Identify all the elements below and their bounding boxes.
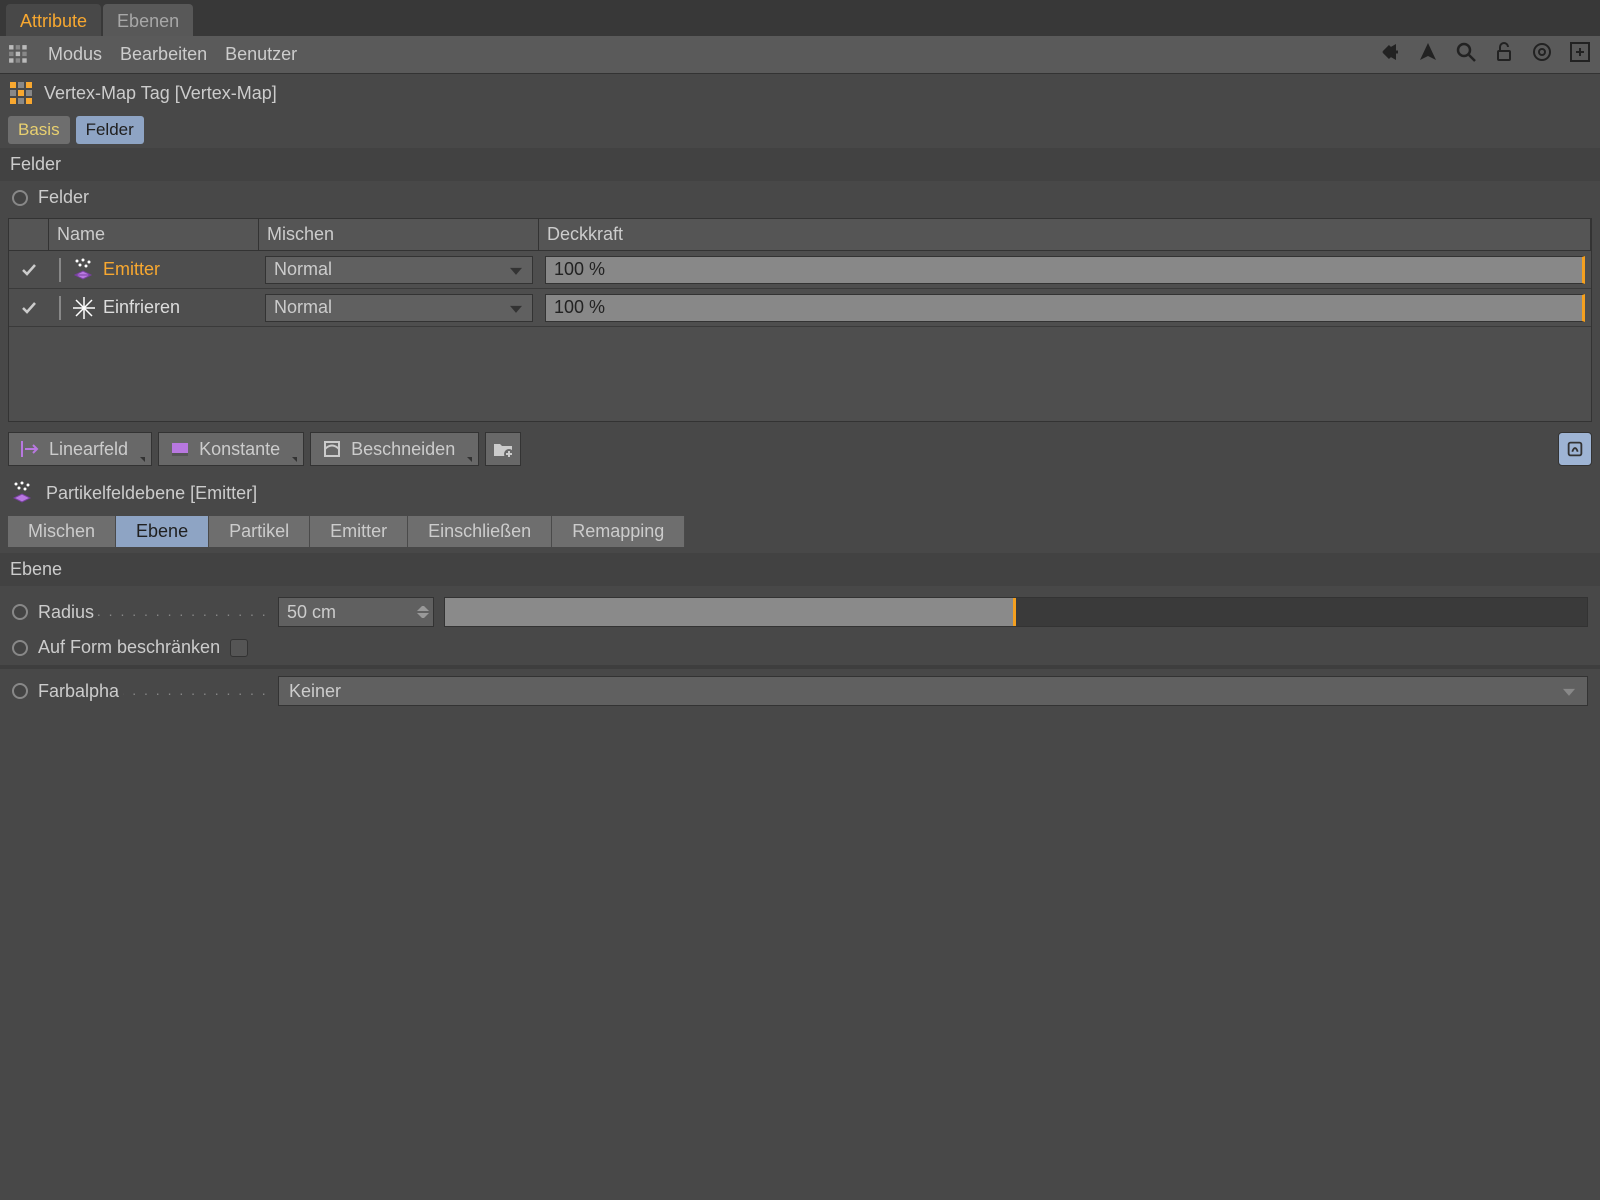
- subobject-title: Partikelfeldebene [Emitter]: [46, 483, 257, 504]
- tab-attribute[interactable]: Attribute: [6, 4, 101, 36]
- prop-row-shape-constrain: Auf Form beschränken: [0, 632, 1600, 663]
- menu-modus[interactable]: Modus: [48, 44, 102, 65]
- tab2-einschliessen[interactable]: Einschließen: [408, 516, 552, 547]
- search-icon[interactable]: [1454, 40, 1478, 69]
- header-mischen[interactable]: Mischen: [259, 219, 539, 250]
- prop-row-radius: Radius 50 cm: [0, 592, 1600, 632]
- btn-beschneiden[interactable]: Beschneiden: [310, 432, 479, 466]
- header-name[interactable]: Name: [49, 219, 259, 250]
- subtab-felder[interactable]: Felder: [76, 116, 144, 144]
- param-bullet-icon[interactable]: [12, 190, 28, 206]
- row-name[interactable]: Emitter: [103, 259, 160, 280]
- radius-label: Radius: [38, 602, 98, 623]
- emitter-icon: [71, 257, 97, 283]
- tab2-mischen[interactable]: Mischen: [8, 516, 116, 547]
- new-panel-icon[interactable]: [1568, 40, 1592, 69]
- btn-add-folder[interactable]: [485, 432, 521, 466]
- param-bullet-icon[interactable]: [12, 604, 28, 620]
- top-tab-bar: Attribute Ebenen: [0, 0, 1600, 36]
- row-blend-select[interactable]: Normal: [265, 294, 533, 322]
- row-check[interactable]: [9, 299, 49, 317]
- param-bullet-icon[interactable]: [12, 683, 28, 699]
- field-list-body[interactable]: Emitter Normal 100 % Einfrieren Norm: [9, 251, 1591, 421]
- subobject-tabs: Mischen Ebene Partikel Emitter Einschlie…: [0, 514, 1600, 553]
- section-header-ebene: Ebene: [0, 553, 1600, 586]
- btn-konstante[interactable]: Konstante: [158, 432, 304, 466]
- tree-line-icon: [59, 258, 61, 282]
- prop-row-farbalpha: Farbalpha Keiner: [0, 671, 1600, 711]
- vertex-map-icon: [8, 80, 34, 106]
- target-icon[interactable]: [1530, 40, 1554, 69]
- shape-constrain-label: Auf Form beschränken: [38, 637, 220, 658]
- subtab-basis[interactable]: Basis: [8, 116, 70, 144]
- freeze-icon: [71, 295, 97, 321]
- field-buttons-bar: Linearfeld Konstante Beschneiden: [0, 426, 1600, 472]
- row-opacity-field[interactable]: 100 %: [545, 256, 1585, 284]
- field-list-header: Name Mischen Deckkraft: [9, 219, 1591, 251]
- menu-bearbeiten[interactable]: Bearbeiten: [120, 44, 207, 65]
- farbalpha-label: Farbalpha: [38, 681, 123, 702]
- tab2-ebene[interactable]: Ebene: [116, 516, 209, 547]
- btn-goto-field[interactable]: [1558, 432, 1592, 466]
- divider: [0, 665, 1600, 669]
- tab2-partikel[interactable]: Partikel: [209, 516, 310, 547]
- field-row-einfrieren[interactable]: Einfrieren Normal 100 %: [9, 289, 1591, 327]
- row-blend-select[interactable]: Normal: [265, 256, 533, 284]
- tab2-remapping[interactable]: Remapping: [552, 516, 685, 547]
- subobject-title-row: Partikelfeldebene [Emitter]: [0, 472, 1600, 514]
- tab-ebenen[interactable]: Ebenen: [103, 4, 193, 36]
- felder-mode-label: Felder: [38, 187, 89, 208]
- object-subtabs: Basis Felder: [0, 112, 1600, 148]
- field-row-emitter[interactable]: Emitter Normal 100 %: [9, 251, 1591, 289]
- object-title: Vertex-Map Tag [Vertex-Map]: [44, 83, 277, 104]
- object-title-row: Vertex-Map Tag [Vertex-Map]: [0, 74, 1600, 112]
- tab2-emitter[interactable]: Emitter: [310, 516, 408, 547]
- nav-back-icon[interactable]: [1378, 40, 1402, 69]
- radius-input[interactable]: 50 cm: [278, 597, 434, 627]
- field-list: Name Mischen Deckkraft Emitter Normal 10…: [8, 218, 1592, 422]
- particle-layer-icon: [10, 480, 36, 506]
- btn-linearfeld[interactable]: Linearfeld: [8, 432, 152, 466]
- nav-up-icon[interactable]: [1416, 40, 1440, 69]
- shape-constrain-checkbox[interactable]: [230, 639, 248, 657]
- row-name[interactable]: Einfrieren: [103, 297, 180, 318]
- header-check: [9, 219, 49, 250]
- header-deckkraft[interactable]: Deckkraft: [539, 219, 1591, 250]
- tree-line-icon: [59, 296, 61, 320]
- menu-benutzer[interactable]: Benutzer: [225, 44, 297, 65]
- row-opacity-field[interactable]: 100 %: [545, 294, 1585, 322]
- farbalpha-select[interactable]: Keiner: [278, 676, 1588, 706]
- felder-mode-row: Felder: [0, 181, 1600, 214]
- row-check[interactable]: [9, 261, 49, 279]
- radius-slider[interactable]: [444, 597, 1588, 627]
- attribute-toolbar: Modus Bearbeiten Benutzer: [0, 36, 1600, 74]
- lock-icon[interactable]: [1492, 40, 1516, 69]
- section-header-felder: Felder: [0, 148, 1600, 181]
- grid-icon[interactable]: [8, 44, 30, 66]
- param-bullet-icon[interactable]: [12, 640, 28, 656]
